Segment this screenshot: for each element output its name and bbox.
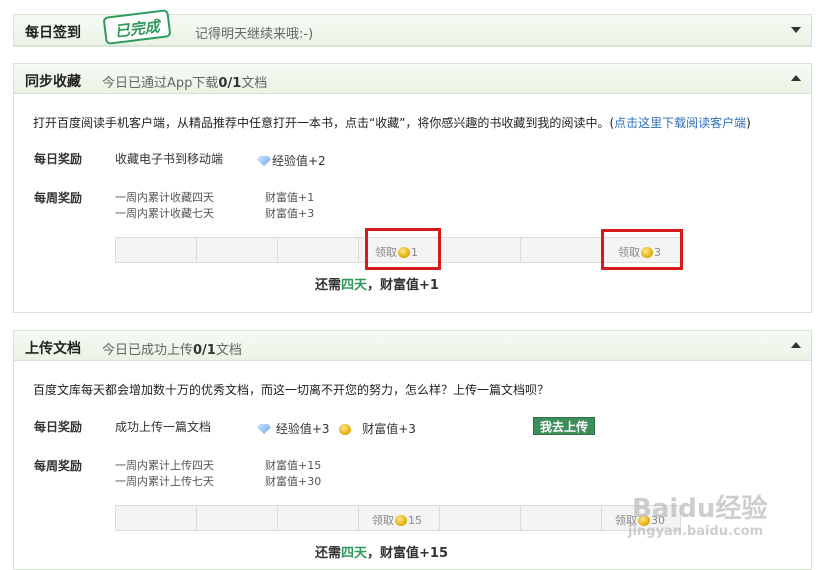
daily-checkin-note: 记得明天继续来哦:-) (195, 27, 314, 42)
sync-summary: 还需四天，财富值+1 (315, 274, 439, 293)
upload-note-count: 0/1 (193, 343, 216, 358)
progress-day (439, 506, 521, 530)
summary-prefix: 还需 (315, 278, 342, 293)
progress-day (439, 238, 521, 262)
sync-note-prefix: 今日已通过App下载 (102, 76, 219, 91)
sync-weekly-reward-2: 财富值+3 (265, 207, 315, 220)
upload-reward-wealth: 财富值+3 (362, 422, 416, 436)
progress-day (116, 238, 197, 262)
summary-days: 四天 (341, 278, 368, 293)
summary-suffix: ，财富值+1 (367, 278, 439, 293)
sync-note-suffix: 文档 (241, 76, 268, 91)
upload-description: 百度文库每天都会增加数十万的优秀文档，而这一切离不开您的努力，怎么样？上传一篇文… (33, 383, 550, 397)
download-client-link[interactable]: 点击这里下载阅读客户端 (614, 116, 746, 130)
completed-stamp-text: 已完成 (113, 17, 161, 41)
progress-day (277, 506, 359, 530)
sync-daily-task: 收藏电子书到移动端 (115, 152, 224, 166)
daily-checkin-title: 每日签到 (25, 25, 81, 41)
sync-weekly-task-2: 一周内累计收藏七天 (115, 207, 214, 220)
sync-collect-note: 今日已通过App下载0/1文档 (102, 72, 267, 91)
daily-checkin-header[interactable]: 每日签到 已完成 记得明天继续来哦:-) (14, 9, 811, 46)
summary-days: 四天 (341, 546, 368, 561)
chevron-up-icon[interactable] (791, 342, 801, 348)
claim-label: 领取 (372, 514, 394, 527)
upload-weekly-reward-1: 财富值+15 (265, 459, 322, 472)
watermark-url: jingyan.baidu.com (628, 524, 764, 539)
upload-daily-label: 每日奖励 (34, 420, 83, 434)
go-upload-button[interactable]: 我去上传 (533, 417, 595, 435)
progress-day (520, 238, 602, 262)
summary-suffix: ，财富值+15 (367, 546, 449, 561)
coin-icon (339, 424, 352, 435)
sync-collect-title: 同步收藏 (25, 74, 81, 90)
sync-description: 打开百度阅读手机客户端，从精品推荐中任意打开一本书，点击“收藏”，将你感兴趣的书… (33, 114, 751, 131)
sync-daily-label: 每日奖励 (34, 152, 83, 166)
upload-note-prefix: 今日已成功上传 (102, 343, 194, 358)
progress-day (196, 506, 278, 530)
gem-icon (257, 156, 271, 166)
gem-icon (257, 424, 271, 434)
upload-doc-header[interactable]: 上传文档 今日已成功上传0/1文档 (14, 331, 811, 361)
completed-stamp: 已完成 (102, 9, 172, 45)
sync-weekly-reward-1: 财富值+1 (265, 191, 315, 204)
claim-button-4day[interactable]: 领取 15 (372, 512, 422, 528)
coin-icon (395, 515, 407, 526)
progress-day (520, 506, 602, 530)
sync-daily-reward-text: 经验值+2 (272, 154, 326, 168)
upload-doc-title: 上传文档 (25, 341, 81, 357)
sync-weekly-task-1: 一周内累计收藏四天 (115, 191, 214, 204)
upload-weekly-label: 每周奖励 (34, 459, 83, 473)
sync-daily-reward: 经验值+2 (257, 152, 326, 169)
progress-day (277, 238, 359, 262)
progress-day (196, 238, 278, 262)
upload-weekly-task-2: 一周内累计上传七天 (115, 475, 214, 488)
sync-collect-header[interactable]: 同步收藏 今日已通过App下载0/1文档 (14, 64, 811, 94)
sync-description-end: ) (746, 116, 751, 130)
upload-weekly-reward-2: 财富值+30 (265, 475, 322, 488)
chevron-down-icon[interactable] (791, 27, 801, 33)
sync-note-count: 0/1 (218, 76, 242, 91)
upload-week-progress: 领取 15 领取 30 (115, 505, 681, 531)
upload-summary: 还需四天，财富值+15 (315, 542, 448, 561)
sync-weekly-label: 每周奖励 (34, 191, 83, 205)
highlight-box (601, 229, 683, 270)
daily-checkin-panel: 每日签到 已完成 记得明天继续来哦:-) (13, 9, 812, 47)
upload-reward-exp: 经验值+3 (275, 422, 330, 436)
highlight-box (365, 228, 441, 270)
upload-daily-task: 成功上传一篇文档 (115, 420, 212, 434)
upload-note-suffix: 文档 (215, 343, 242, 358)
sync-description-text: 打开百度阅读手机客户端，从精品推荐中任意打开一本书，点击“收藏”，将你感兴趣的书… (33, 116, 615, 130)
sync-collect-panel: 同步收藏 今日已通过App下载0/1文档 打开百度阅读手机客户端，从精品推荐中任… (13, 63, 812, 313)
baidu-jingyan-watermark: Baidu经验 (632, 494, 768, 524)
summary-prefix: 还需 (315, 546, 342, 561)
claim-amount: 15 (408, 514, 422, 527)
chevron-up-icon[interactable] (791, 75, 801, 81)
upload-daily-reward: 经验值+3 财富值+3 (257, 420, 416, 437)
progress-day (116, 506, 197, 530)
upload-weekly-task-1: 一周内累计上传四天 (115, 459, 214, 472)
upload-doc-note: 今日已成功上传0/1文档 (102, 339, 242, 358)
